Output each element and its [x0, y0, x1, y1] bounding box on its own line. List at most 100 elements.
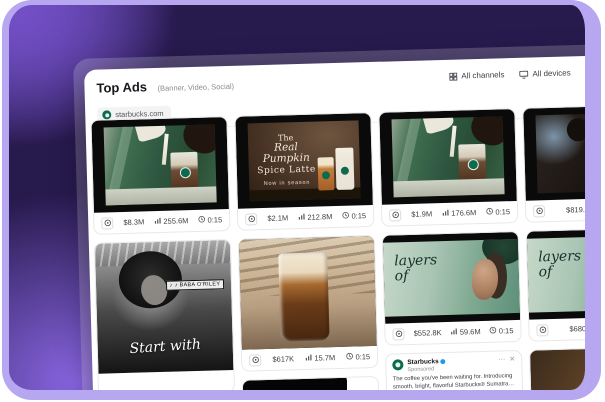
impressions-stat: 15.7M	[305, 353, 335, 363]
verified-icon	[441, 359, 446, 364]
ad-stats-bar: $819.4K	[526, 197, 601, 222]
social-post-card[interactable]: Starbucks Sponsored ⋯ ✕ The coffee you'v…	[385, 350, 523, 400]
ad-stats-bar: $617K 15.7M 0:15	[242, 346, 378, 371]
ad-stats-bar	[98, 370, 234, 395]
page-title: Top Ads	[96, 79, 147, 95]
spend-stat: $617K	[272, 354, 294, 364]
filter-all-channels[interactable]: All channels	[449, 70, 504, 81]
post-header: Starbucks Sponsored ⋯ ✕	[392, 356, 515, 373]
more-options-icon[interactable]: ⋯	[498, 356, 505, 363]
spend-stat: $2.1M	[267, 213, 288, 223]
ad-detail-button[interactable]	[533, 205, 545, 217]
ad-stats-bar: $1.9M 176.6M 0:15	[382, 201, 518, 226]
thumbnail-art	[104, 124, 217, 205]
thumbnail-art: The Real Pumpkin Spice Latte Now in seas…	[248, 120, 361, 201]
music-note-icon: ♪	[170, 283, 173, 289]
purple-frame: Top Ads (Banner, Video, Social) All chan…	[2, 0, 601, 400]
video-thumbnail[interactable]	[523, 105, 601, 201]
video-thumbnail[interactable]: ♪♪ BABA O'RILEY Start with	[95, 240, 234, 374]
hero-stage: Top Ads (Banner, Video, Social) All chan…	[0, 0, 605, 402]
thumbnail-art: layers of	[527, 235, 601, 313]
top-ads-window: Top Ads (Banner, Video, Social) All chan…	[84, 52, 601, 400]
video-thumbnail[interactable]	[239, 236, 377, 350]
blue-cta-badge[interactable]	[355, 394, 375, 400]
starbucks-avatar	[392, 359, 403, 370]
ad-detail-button[interactable]	[101, 217, 113, 229]
starbucks-logo-icon	[102, 110, 111, 119]
ad-card-layers-a[interactable]: layers of $552.8K 59.6M 0:15	[382, 231, 522, 346]
ad-detail-button[interactable]	[536, 324, 548, 336]
video-thumbnail[interactable]: layers of	[527, 228, 601, 320]
ad-card-pumpkin[interactable]: The Real Pumpkin Spice Latte Now in seas…	[234, 112, 374, 231]
video-thumbnail[interactable]	[243, 377, 379, 400]
filter-date[interactable]: Aug 2025	[586, 67, 601, 77]
music-badge: ♪♪ BABA O'RILEY	[165, 279, 224, 291]
ad-stats-bar: $8.3M 255.6M 0:15	[94, 209, 230, 234]
ad-card-layers-b[interactable]: layers of $680.9K	[526, 227, 601, 342]
ad-caption: Start with	[97, 335, 233, 359]
thumbnail-art: layers of	[383, 239, 520, 317]
ad-card-dark-pour[interactable]: $819.4K	[522, 104, 601, 223]
clock-icon	[342, 212, 349, 221]
bar-chart-icon	[298, 213, 305, 222]
ad-card-partial-black[interactable]	[242, 376, 380, 400]
ad-card-pour-a[interactable]: $8.3M 255.6M 0:15	[90, 116, 230, 235]
starbucks-cup	[317, 157, 335, 190]
devices-icon	[519, 70, 528, 78]
ad-copy: layers of	[538, 249, 582, 280]
video-thumbnail[interactable]: The Real Pumpkin Spice Latte Now in seas…	[235, 113, 373, 209]
thumbnail-art	[392, 116, 505, 197]
starbucks-cup	[458, 143, 487, 183]
filter-all-devices[interactable]: All devices	[519, 68, 570, 78]
duration-stat: 0:15	[346, 352, 370, 362]
duration-stat: 0:15	[490, 326, 514, 336]
video-thumbnail[interactable]	[530, 347, 601, 400]
impressions-stat: 255.6M	[154, 216, 188, 226]
filter-label: All channels	[461, 70, 504, 80]
post-meta: Sponsored	[407, 366, 446, 373]
bar-chart-icon	[451, 328, 458, 337]
post-author: Starbucks	[407, 358, 446, 366]
duration-stat: 0:15	[342, 211, 366, 221]
impressions-stat: 59.6M	[451, 327, 481, 337]
ad-stats-bar: $680.9K	[529, 316, 601, 341]
ad-detail-button[interactable]	[392, 328, 404, 340]
grid-column-4: $819.4K layers of	[522, 104, 601, 400]
calendar-icon	[586, 68, 594, 76]
duration-stat: 0:15	[486, 207, 510, 217]
ad-stats-bar: $552.8K 59.6M 0:15	[385, 320, 521, 345]
filter-bar: All channels All devices Aug 2025	[449, 67, 601, 81]
ad-detail-button[interactable]	[389, 209, 401, 221]
grid-column-3: $1.9M 176.6M 0:15 layers of	[378, 108, 523, 400]
spend-stat: $552.8K	[414, 328, 442, 338]
filter-label: All devices	[532, 68, 570, 78]
ad-card-bw-portrait[interactable]: ♪♪ BABA O'RILEY Start with	[94, 239, 235, 396]
ad-stats-bar: $2.1M 212.8M 0:15	[238, 205, 374, 230]
ad-copy: layers of	[394, 253, 438, 284]
filter-label: Aug 2025	[598, 67, 601, 77]
ad-detail-button[interactable]	[249, 354, 261, 366]
coffee-glass	[278, 253, 329, 342]
close-icon[interactable]: ✕	[509, 356, 515, 363]
ads-grid: $8.3M 255.6M 0:15 ♪♪ BABA O'RILEY Start …	[90, 104, 601, 400]
ad-detail-button[interactable]	[245, 213, 257, 225]
duration-stat: 0:15	[198, 215, 222, 225]
page-subtitle: (Banner, Video, Social)	[157, 82, 234, 93]
impressions-stat: 176.6M	[442, 208, 476, 218]
ad-copy: The Real Pumpkin Spice Latte Now in seas…	[255, 132, 319, 187]
video-thumbnail[interactable]	[91, 117, 229, 213]
spend-stat: $1.9M	[411, 209, 432, 219]
starbucks-cup	[335, 147, 355, 190]
clock-icon	[486, 208, 493, 217]
thumbnail-art	[535, 112, 601, 193]
spend-stat: $8.3M	[123, 217, 144, 227]
clock-icon	[346, 353, 353, 362]
spend-stat: $680.9K	[569, 324, 597, 334]
bar-chart-icon	[305, 354, 312, 363]
bar-chart-icon	[154, 217, 161, 226]
ad-card-iced-coffee[interactable]: $617K 15.7M 0:15	[238, 235, 379, 372]
ad-card-pour-b[interactable]: $1.9M 176.6M 0:15	[378, 108, 518, 227]
video-thumbnail[interactable]	[379, 109, 517, 205]
ad-card-partial-brown[interactable]	[529, 346, 601, 400]
video-thumbnail[interactable]: layers of	[383, 232, 520, 324]
